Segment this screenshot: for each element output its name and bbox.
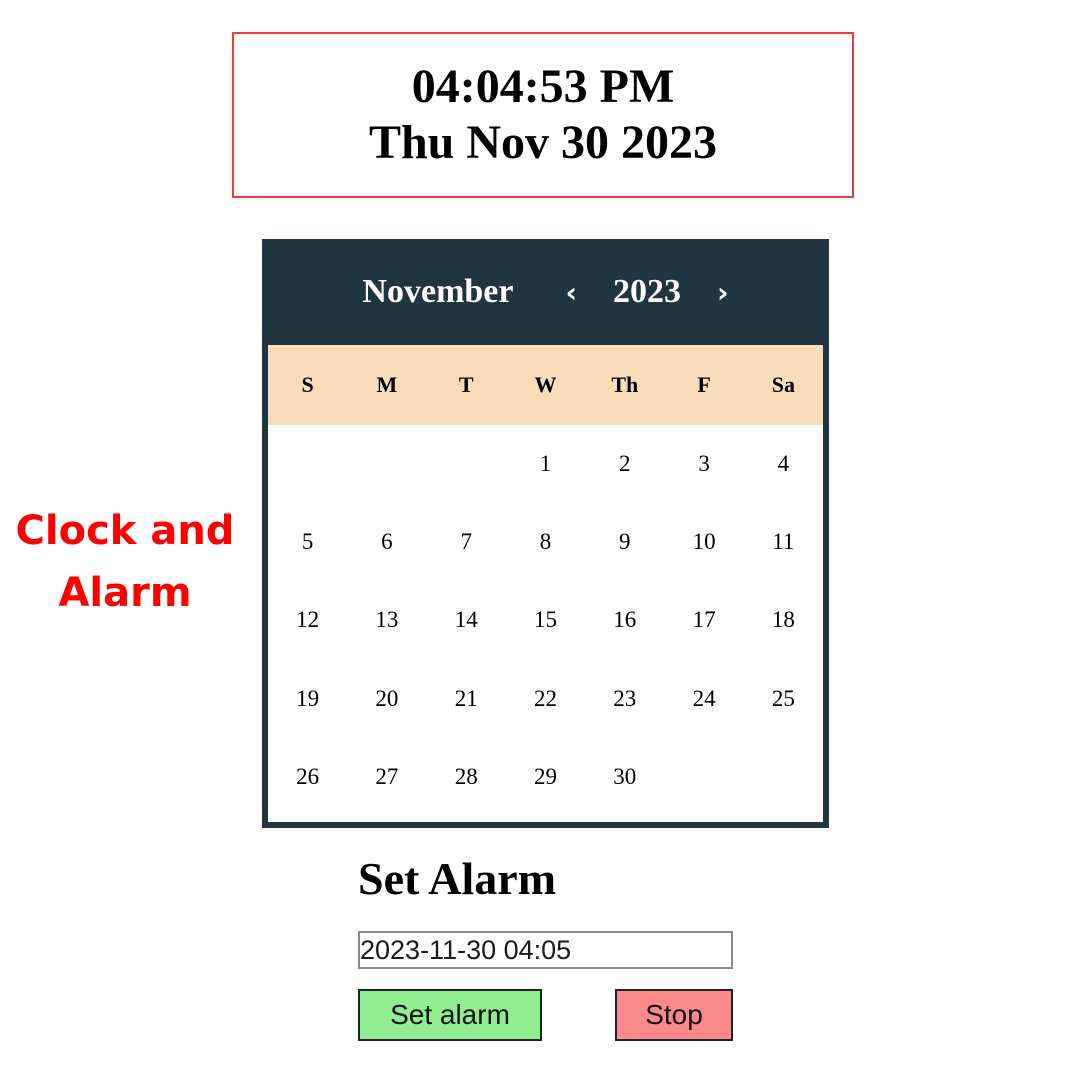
calendar-month[interactable]: November (362, 273, 513, 311)
chevron-left-icon[interactable]: ‹ (565, 276, 577, 309)
stop-button[interactable]: Stop (615, 989, 733, 1041)
calendar: November ‹ 2023 › S M T W Th F Sa 123456… (262, 239, 829, 828)
calendar-day[interactable]: 18 (744, 607, 823, 633)
calendar-day[interactable]: 16 (585, 607, 664, 633)
calendar-day[interactable]: 1 (506, 451, 585, 477)
clock-date: Thu Nov 30 2023 (368, 116, 718, 169)
calendar-header: November ‹ 2023 › (268, 239, 823, 345)
calendar-day[interactable]: 22 (506, 686, 585, 712)
calendar-day[interactable]: 28 (427, 764, 506, 790)
calendar-day[interactable]: 4 (744, 451, 823, 477)
calendar-day[interactable]: 23 (585, 686, 664, 712)
calendar-day[interactable]: 2 (585, 451, 664, 477)
calendar-day[interactable]: 10 (664, 529, 743, 555)
weekday-label: M (376, 372, 398, 397)
calendar-day[interactable]: 20 (347, 686, 426, 712)
chevron-right-icon[interactable]: › (717, 276, 729, 309)
weekday-label: F (697, 372, 711, 397)
calendar-day[interactable]: 7 (427, 529, 506, 555)
calendar-day[interactable]: 8 (506, 529, 585, 555)
clock-time: 04:04:53 PM (411, 60, 675, 113)
calendar-day[interactable]: 29 (506, 764, 585, 790)
clock-display: 04:04:53 PM Thu Nov 30 2023 (232, 32, 854, 198)
calendar-day[interactable]: 21 (427, 686, 506, 712)
calendar-day[interactable]: 17 (664, 607, 743, 633)
title-line-1: Clock and (15, 508, 235, 554)
calendar-day[interactable]: 13 (347, 607, 426, 633)
page-title-label: Clock and Alarm (0, 500, 250, 624)
alarm-datetime-input[interactable] (358, 931, 733, 969)
calendar-year: 2023 (613, 273, 682, 310)
weekday-label: W (534, 372, 557, 397)
calendar-day[interactable]: 9 (585, 529, 664, 555)
weekday-row: S M T W Th F Sa (268, 345, 823, 425)
weekday-label: S (301, 372, 314, 397)
calendar-day[interactable]: 3 (664, 451, 743, 477)
weekday-label: Th (611, 372, 639, 397)
calendar-day[interactable]: 19 (268, 686, 347, 712)
calendar-day[interactable]: 12 (268, 607, 347, 633)
days-grid: 1 2 3 4 5 6 7 8 9 10 11 12 13 14 15 16 17 18 19 20 21 22 23 24 2… (268, 425, 823, 822)
calendar-day[interactable]: 25 (744, 686, 823, 712)
calendar-day[interactable]: 26 (268, 764, 347, 790)
calendar-day[interactable]: 11 (744, 529, 823, 555)
calendar-day[interactable]: 24 (664, 686, 743, 712)
calendar-day[interactable]: 5 (268, 529, 347, 555)
calendar-day[interactable]: 15 (506, 607, 585, 633)
weekday-label: T (458, 372, 474, 397)
calendar-day[interactable]: 30 (585, 764, 664, 790)
calendar-day[interactable]: 14 (427, 607, 506, 633)
set-alarm-button[interactable]: Set alarm (358, 989, 542, 1041)
title-line-2: Alarm (58, 570, 192, 616)
calendar-day[interactable]: 27 (347, 764, 426, 790)
weekday-label: Sa (771, 372, 795, 397)
set-alarm-heading: Set Alarm (358, 853, 557, 904)
calendar-day[interactable]: 6 (347, 529, 426, 555)
